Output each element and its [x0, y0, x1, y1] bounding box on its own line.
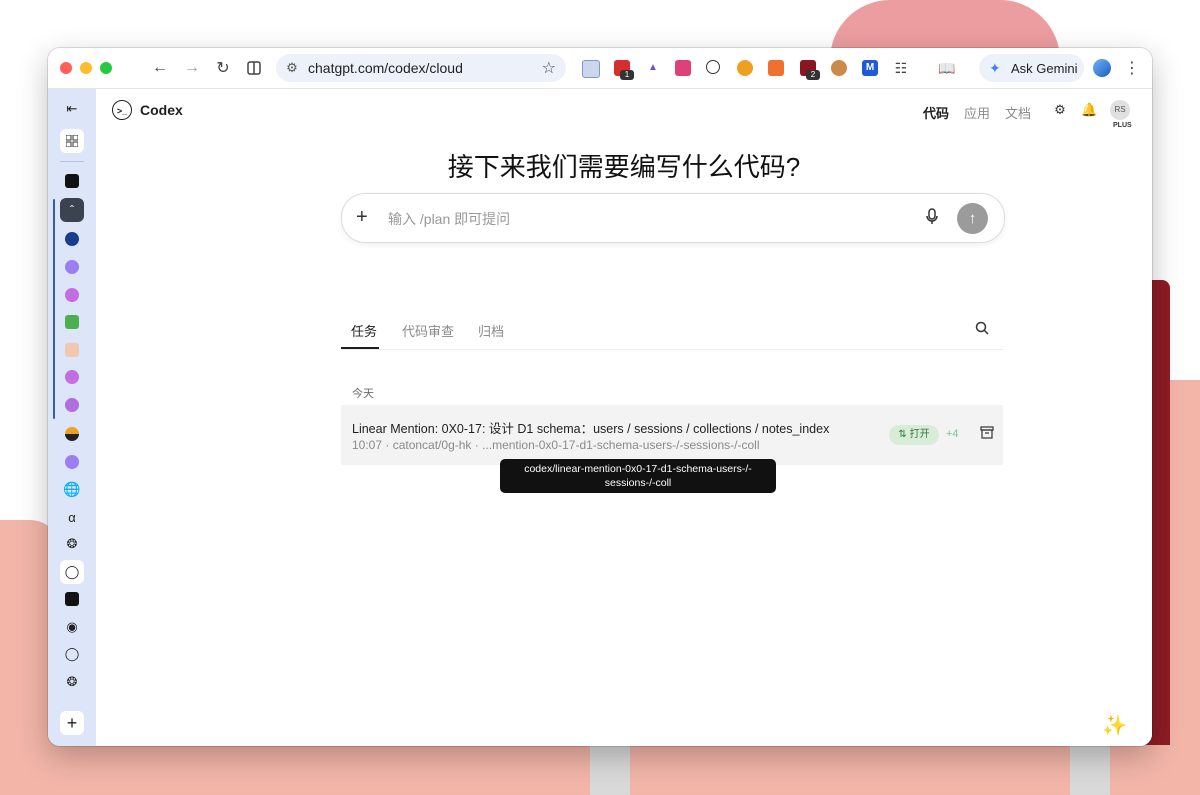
- globe-icon[interactable]: 🌐: [60, 477, 84, 501]
- section-today-label: 今天: [352, 388, 374, 400]
- diff-count: +4: [946, 428, 959, 440]
- extension-icon[interactable]: [768, 60, 784, 76]
- search-icon[interactable]: [975, 321, 989, 338]
- browser-toolbar: ← → ↻ ⚙ chatgpt.com/codex/cloud ☆ 1 ▲ 2 …: [48, 48, 1152, 89]
- reload-icon[interactable]: ↻: [211, 56, 235, 80]
- extension-icon[interactable]: [706, 60, 720, 74]
- codex-tab-icon[interactable]: ◯: [60, 560, 84, 584]
- reading-mode-icon[interactable]: 📖: [938, 60, 955, 76]
- prompt-input[interactable]: 输入 /plan 即可提问: [388, 209, 510, 229]
- cookie-extension-icon[interactable]: [831, 60, 847, 76]
- tab-favicon[interactable]: [60, 255, 84, 279]
- codex-page: >_ Codex 代码 应用 文档 ⚙ 🔔 RS PLUS 接下来我们需要编写什…: [96, 89, 1152, 746]
- bookmark-star-icon[interactable]: ☆: [542, 58, 556, 78]
- tab-archive[interactable]: 归档: [478, 321, 504, 340]
- nav-apps[interactable]: 应用: [964, 103, 990, 122]
- tab-favicon[interactable]: [60, 169, 84, 193]
- browser-window: ← → ↻ ⚙ chatgpt.com/codex/cloud ☆ 1 ▲ 2 …: [48, 48, 1152, 746]
- address-bar[interactable]: ⚙ chatgpt.com/codex/cloud ☆: [276, 54, 566, 82]
- extension-icon[interactable]: [737, 60, 753, 76]
- tab-tasks[interactable]: 任务: [351, 321, 377, 340]
- status-label: 打开: [909, 429, 930, 440]
- tab-favicon[interactable]: [60, 338, 84, 362]
- tab-favicon[interactable]: [60, 422, 84, 446]
- microphone-icon[interactable]: [926, 208, 942, 226]
- tab-favicon[interactable]: [60, 450, 84, 474]
- wallpaper-shape: [1070, 745, 1110, 795]
- tab-favicon[interactable]: [60, 310, 84, 334]
- send-button[interactable]: ↑: [957, 203, 988, 234]
- maximize-window-button[interactable]: [100, 62, 112, 74]
- close-window-button[interactable]: [60, 62, 72, 74]
- new-tab-button[interactable]: +: [60, 711, 84, 735]
- ask-gemini-button[interactable]: ✦ Ask Gemini: [979, 54, 1084, 82]
- nav-code[interactable]: 代码: [923, 103, 949, 122]
- vertical-tab-strip: ⇤ ˆ 🌐 α ❂ ◯ ◉ ◯ ❂ +: [48, 89, 96, 746]
- extension-icon[interactable]: [582, 60, 600, 78]
- codex-icon[interactable]: ◯: [60, 642, 84, 666]
- branch-tooltip: codex/linear-mention-0x0-17-d1-schema-us…: [500, 459, 776, 493]
- archive-icon[interactable]: [979, 426, 995, 442]
- plan-badge: PLUS: [1113, 122, 1132, 129]
- url-text: chatgpt.com/codex/cloud: [308, 60, 463, 76]
- tab-group-collapse-button[interactable]: ˆ: [60, 198, 84, 222]
- openai-icon[interactable]: ❂: [60, 532, 84, 556]
- extension-icon[interactable]: [675, 60, 691, 76]
- app-name: Codex: [140, 102, 183, 118]
- minimize-window-button[interactable]: [80, 62, 92, 74]
- forward-icon[interactable]: →: [180, 56, 204, 80]
- task-row[interactable]: Linear Mention: 0X0-17: 设计 D1 schema：use…: [341, 405, 1003, 465]
- notifications-bell-icon[interactable]: 🔔: [1081, 102, 1097, 118]
- site-settings-icon[interactable]: ⚙: [284, 60, 300, 76]
- tab-favicon[interactable]: [60, 393, 84, 417]
- page-title: 接下来我们需要编写什么代码?: [447, 152, 801, 182]
- pull-request-icon: ⇅: [898, 429, 907, 440]
- user-avatar[interactable]: RS: [1110, 100, 1130, 120]
- settings-gear-icon[interactable]: ⚙: [1052, 102, 1068, 118]
- nav-docs[interactable]: 文档: [1005, 103, 1031, 122]
- task-meta: 10:07 · catoncat/0g-hk · ...mention-0x0-…: [352, 438, 760, 452]
- tab-group-indicator: [53, 199, 55, 419]
- task-tabs: 任务 代码审查 归档: [341, 311, 1003, 350]
- openai-icon[interactable]: ❂: [60, 670, 84, 694]
- gemini-sparkle-icon: ✦: [989, 60, 1001, 76]
- tab-divider: [60, 161, 84, 162]
- status-badge[interactable]: ⇅ 打开: [889, 425, 939, 445]
- extensions-puzzle-icon[interactable]: ☷: [893, 60, 909, 76]
- ask-gemini-label: Ask Gemini: [1011, 60, 1078, 76]
- prompt-box[interactable]: + 输入 /plan 即可提问 ↑: [341, 193, 1005, 243]
- add-attachment-icon[interactable]: +: [356, 206, 368, 228]
- split-view-icon[interactable]: [242, 56, 266, 80]
- tab-groups-icon[interactable]: [60, 129, 84, 153]
- github-icon[interactable]: ◉: [60, 615, 84, 639]
- tab-favicon[interactable]: [60, 227, 84, 251]
- tab-favicon[interactable]: [60, 365, 84, 389]
- back-icon[interactable]: ←: [148, 56, 172, 80]
- codex-logo-icon: >_: [112, 100, 132, 120]
- task-title[interactable]: Linear Mention: 0X0-17: 设计 D1 schema：use…: [352, 418, 829, 437]
- wallpaper-shape: [590, 745, 630, 795]
- tab-code-review[interactable]: 代码审查: [402, 321, 454, 340]
- sparkle-icon[interactable]: ✨: [1102, 713, 1127, 738]
- browser-menu-icon[interactable]: ⋮: [1124, 58, 1140, 78]
- profile-avatar[interactable]: [1093, 59, 1111, 77]
- extension-icon[interactable]: M: [862, 60, 878, 76]
- app-brand[interactable]: >_ Codex: [112, 100, 183, 120]
- active-tab-indicator: [341, 347, 379, 349]
- tab-favicon[interactable]: [60, 283, 84, 307]
- tab-favicon[interactable]: [60, 587, 84, 611]
- extension-badge: 2: [806, 70, 820, 80]
- alpha-icon[interactable]: α: [60, 505, 84, 529]
- extension-icon[interactable]: ▲: [645, 60, 661, 76]
- extension-badge: 1: [620, 70, 634, 80]
- collapse-tabs-icon[interactable]: ⇤: [60, 97, 84, 121]
